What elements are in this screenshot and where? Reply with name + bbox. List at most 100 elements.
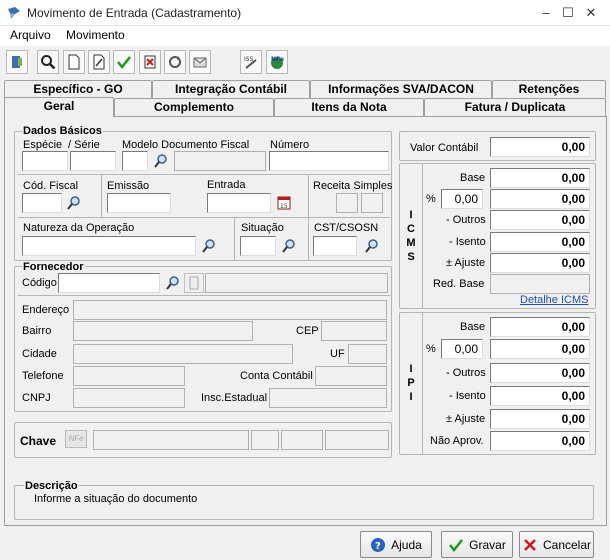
magnifier-icon: [365, 239, 378, 253]
cod-fiscal-input[interactable]: [22, 193, 62, 213]
icms-aliquota-input[interactable]: 0,00: [441, 189, 483, 209]
ipi-outros-label: - Outros: [446, 367, 486, 379]
cod-fiscal-lookup-button[interactable]: [64, 193, 84, 213]
uf-field: [348, 344, 387, 364]
envelope-icon: [193, 57, 207, 68]
nfe-globe-icon: NFe: [271, 56, 284, 69]
chave-label: Chave: [20, 434, 57, 448]
cst-label: CST/CSOSN: [314, 222, 379, 234]
menu-movimento[interactable]: Movimento: [66, 28, 125, 42]
refresh-icon: [169, 56, 181, 68]
cancelar-label: Cancelar: [542, 537, 592, 552]
telefone-field: [73, 366, 185, 386]
cep-label: CEP: [296, 325, 319, 337]
modelo-label: Modelo Documento Fiscal: [122, 139, 250, 151]
icms-isento-input[interactable]: 0,00: [490, 232, 590, 252]
modelo-lookup-button[interactable]: [151, 151, 171, 171]
magnifier-icon: [41, 55, 56, 70]
gravar-button[interactable]: Gravar: [441, 531, 513, 558]
situacao-lookup-button[interactable]: [279, 236, 299, 256]
new-button[interactable]: [63, 50, 85, 74]
cidade-label: Cidade: [22, 348, 57, 360]
ipi-valor-input[interactable]: 0,00: [490, 339, 590, 359]
icms-pct-label: %: [426, 193, 436, 205]
nfe-button[interactable]: NFe: [266, 50, 288, 74]
edit-button[interactable]: [88, 50, 110, 74]
cidade-field: [73, 344, 293, 364]
chave-field-3: [281, 430, 323, 450]
refresh-button[interactable]: [164, 50, 186, 74]
icms-ajuste-input[interactable]: 0,00: [490, 253, 590, 273]
magnifier-icon: [67, 196, 80, 210]
icms-outros-input[interactable]: 0,00: [490, 210, 590, 230]
cst-lookup-button[interactable]: [362, 236, 382, 256]
tab-integracao-contabil[interactable]: Integração Contábil: [152, 80, 310, 98]
ipi-aliquota-input[interactable]: 0,00: [441, 339, 483, 359]
especie-input[interactable]: [22, 151, 68, 171]
cst-input[interactable]: [313, 236, 357, 256]
ipi-ajuste-input[interactable]: 0,00: [490, 409, 590, 429]
emissao-input[interactable]: [107, 193, 171, 213]
ipi-outros-input[interactable]: 0,00: [490, 363, 590, 383]
mail-button[interactable]: [189, 50, 211, 74]
endereco-label: Endereço: [22, 304, 70, 316]
icms-base-input[interactable]: 0,00: [490, 168, 590, 188]
svg-text:NFe: NFe: [271, 56, 284, 63]
ajuda-button[interactable]: ? Ajuda: [360, 531, 432, 558]
app-icon: [8, 7, 20, 19]
especie-label: Espécie: [23, 139, 63, 151]
document-icon: [189, 276, 199, 290]
cod-fiscal-label: Cód. Fiscal: [23, 180, 79, 192]
cnpj-label: CNPJ: [22, 392, 51, 404]
bairro-field: [73, 321, 253, 341]
tab-fatura-duplicata[interactable]: Fatura / Duplicata: [424, 98, 606, 116]
ipi-ajuste-label: ± Ajuste: [446, 413, 486, 425]
ipi-isento-input[interactable]: 0,00: [490, 386, 590, 406]
ipi-nao-aprov-input[interactable]: 0,00: [490, 431, 590, 451]
minimize-button[interactable]: –: [536, 4, 556, 22]
natureza-input[interactable]: [22, 236, 196, 256]
nfe-chave-button[interactable]: NFe: [65, 430, 87, 448]
maximize-button[interactable]: ☐: [558, 4, 578, 22]
edit-document-icon: [93, 54, 105, 70]
fornecedor-codigo-input[interactable]: [58, 273, 160, 293]
icms-valor-input[interactable]: 0,00: [490, 189, 590, 209]
delete-button[interactable]: [139, 50, 161, 74]
cancelar-button[interactable]: Cancelar: [519, 531, 594, 558]
tax-calc-button[interactable]: ISS: [240, 50, 262, 74]
checkmark-icon: [117, 56, 131, 70]
icms-outros-label: - Outros: [446, 214, 486, 226]
confirm-button[interactable]: [113, 50, 135, 74]
entrada-calendar-button[interactable]: 15: [274, 193, 294, 213]
fornecedor-detail-button[interactable]: [184, 273, 204, 293]
tab-especifico-go[interactable]: Específico - GO: [4, 80, 152, 98]
fornecedor-lookup-button[interactable]: [163, 273, 183, 293]
modelo-input[interactable]: [122, 151, 148, 171]
title-bar: Movimento de Entrada (Cadastramento) – ☐…: [0, 0, 610, 26]
search-button[interactable]: [37, 50, 59, 74]
receita-simples-button[interactable]: [361, 193, 383, 213]
entrada-input[interactable]: [207, 193, 271, 213]
natureza-label: Natureza da Operação: [23, 222, 135, 234]
ipi-base-input[interactable]: 0,00: [490, 317, 590, 337]
numero-input[interactable]: [269, 151, 389, 171]
tab-itens-da-nota[interactable]: Itens da Nota: [274, 98, 424, 116]
tab-informacoes-sva[interactable]: Informações SVA/DACON: [310, 80, 492, 98]
natureza-lookup-button[interactable]: [199, 236, 219, 256]
help-icon: ?: [371, 537, 386, 552]
detalhe-icms-link[interactable]: Detalhe ICMS: [520, 294, 588, 306]
receita-simples-field: [336, 193, 358, 213]
valor-contabil-input[interactable]: 0,00: [490, 137, 590, 157]
tab-geral[interactable]: Geral: [4, 97, 114, 117]
exit-button[interactable]: [6, 50, 28, 74]
entrada-label: Entrada: [207, 179, 246, 191]
fornecedor-nome: [205, 273, 388, 293]
tab-retencoes[interactable]: Retenções: [492, 80, 606, 98]
ipi-nao-aprov-label: Não Aprov.: [430, 435, 484, 447]
tab-complemento[interactable]: Complemento: [114, 98, 274, 116]
menu-arquivo[interactable]: Arquivo: [10, 28, 51, 42]
gravar-label: Gravar: [469, 537, 506, 552]
situacao-input[interactable]: [240, 236, 276, 256]
close-button[interactable]: ✕: [581, 4, 601, 22]
serie-input[interactable]: [70, 151, 116, 171]
